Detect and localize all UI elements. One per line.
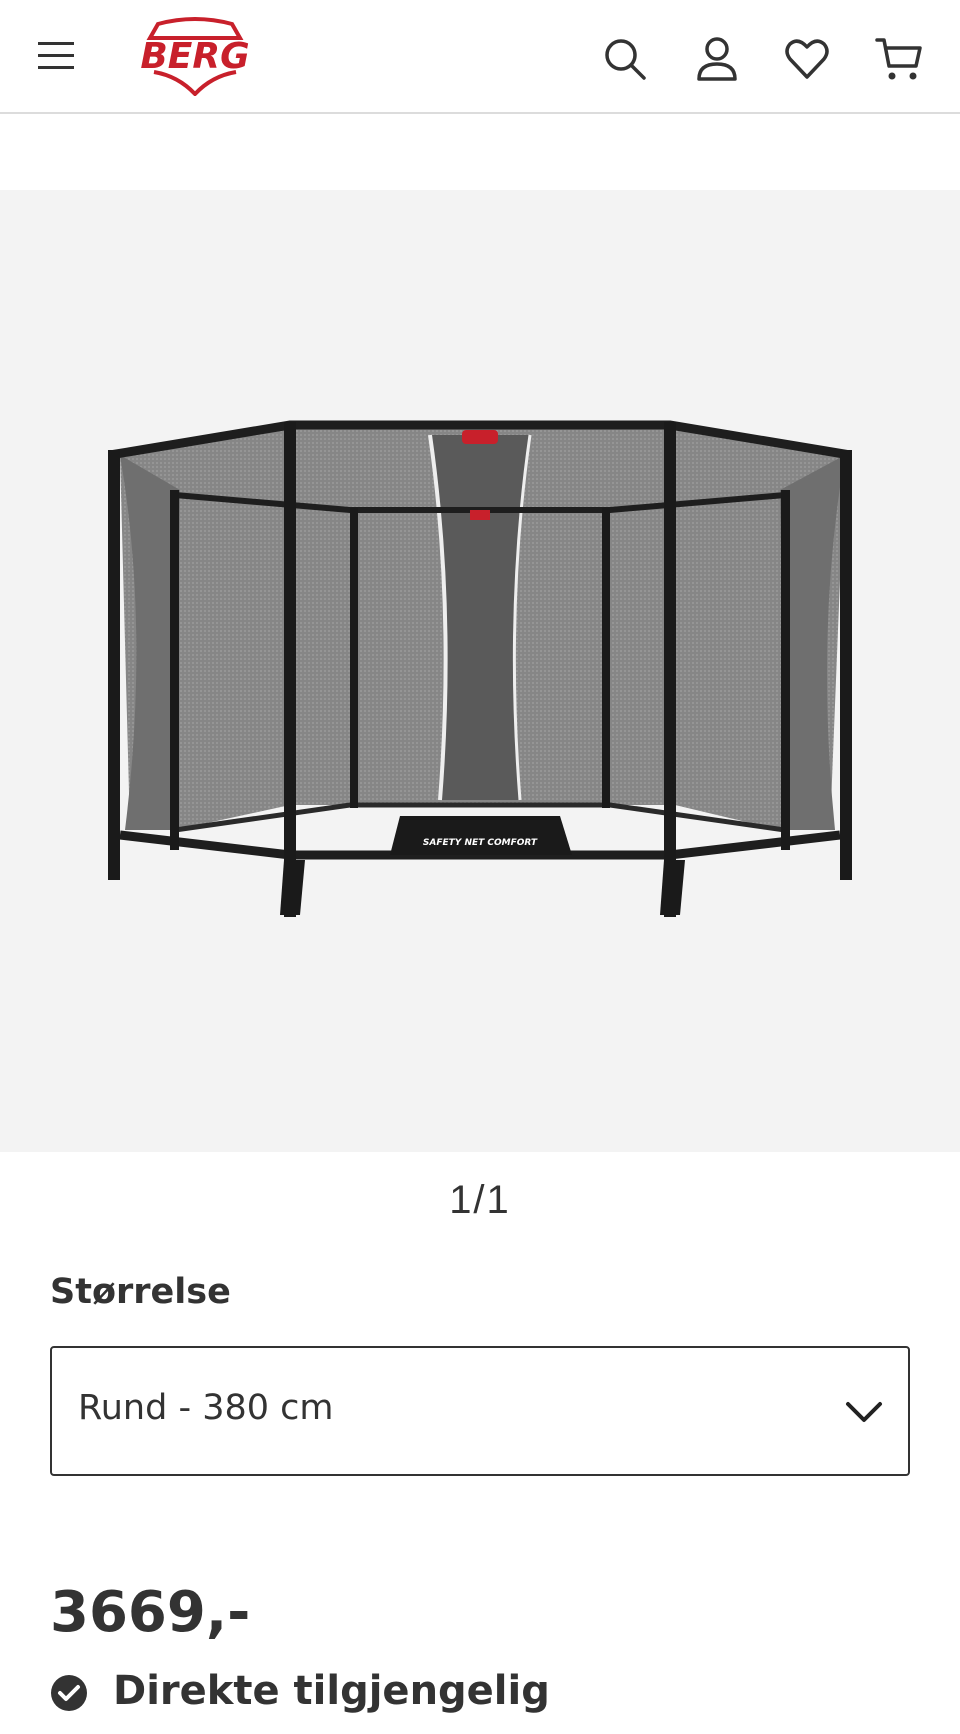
heart-icon[interactable] bbox=[782, 34, 832, 84]
size-select[interactable]: Rund - 380 cm bbox=[50, 1346, 910, 1476]
user-icon[interactable] bbox=[692, 34, 742, 84]
availability-text: Direkte tilgjengelig bbox=[113, 1668, 550, 1714]
size-select-value: Rund - 380 cm bbox=[78, 1388, 334, 1428]
net-label: SAFETY NET COMFORT bbox=[423, 838, 538, 848]
site-header: BERG bbox=[0, 0, 960, 114]
chevron-down-icon bbox=[842, 1390, 886, 1434]
logo-text: BERG bbox=[140, 36, 249, 77]
image-counter: 1/1 bbox=[449, 1178, 511, 1222]
product-image-gallery[interactable]: SAFETY NET COMFORT bbox=[0, 190, 960, 1152]
check-circle-icon bbox=[50, 1674, 88, 1712]
product-image: SAFETY NET COMFORT bbox=[108, 420, 852, 917]
product-price: 3669,- bbox=[50, 1580, 251, 1645]
berg-logo[interactable]: BERG bbox=[118, 14, 272, 97]
menu-icon[interactable] bbox=[36, 38, 80, 74]
cart-icon[interactable] bbox=[874, 34, 924, 84]
search-icon[interactable] bbox=[600, 34, 650, 84]
size-label: Størrelse bbox=[50, 1272, 231, 1312]
